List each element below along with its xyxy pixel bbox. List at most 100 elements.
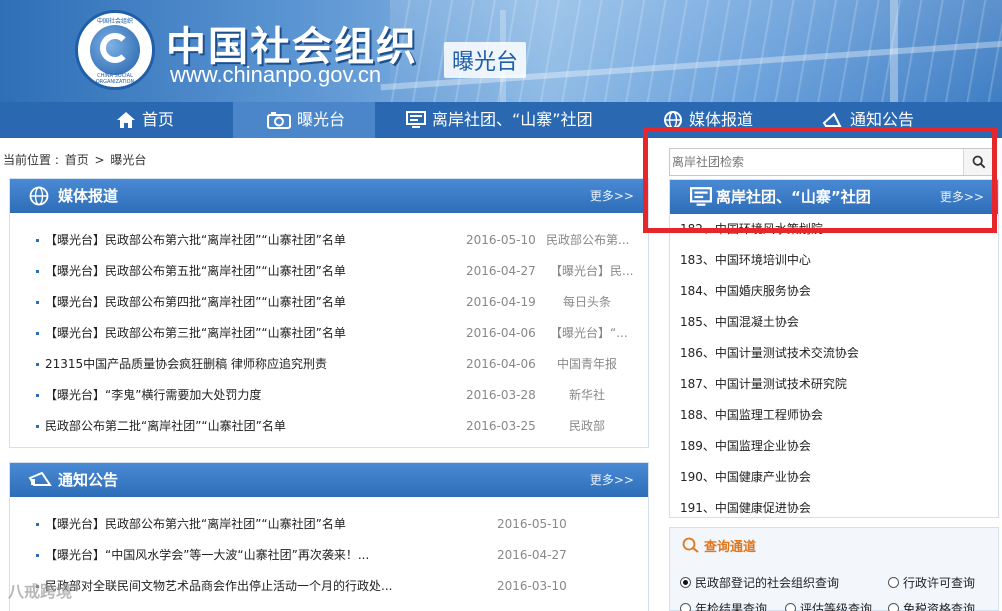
list-item[interactable]: 民政部公布第二批“离岸社团”“山寨社团”名单 2016-03-25 民政部 <box>10 411 648 442</box>
query-option-license[interactable]: 行政许可查询 <box>888 574 975 591</box>
search-globe-icon <box>682 537 699 553</box>
news-title[interactable]: 【曝光台】民政部公布第三批“离岸社团”“山寨社团”名单 <box>45 318 346 349</box>
list-item[interactable]: 189、中国监理企业协会 <box>670 431 998 462</box>
nav-item-offshore[interactable]: 离岸社团、“山寨”社团 <box>406 102 593 138</box>
search-input[interactable] <box>670 149 960 175</box>
news-title[interactable]: 【曝光台】民政部公布第六批“离岸社团”“山寨社团”名单 <box>45 225 346 256</box>
list-item[interactable]: 21315中国产品质量协会疯狂删稿 律师称应追究刑责 2016-04-06 中国青年… <box>10 349 648 380</box>
query-option-label: 行政许可查询 <box>903 576 976 590</box>
notice-panel-title: 通知公告 <box>58 471 119 489</box>
breadcrumb-current: 曝光台 <box>110 153 147 167</box>
notice-date: 2016-05-10 <box>497 517 567 531</box>
camera-icon <box>267 112 291 129</box>
globe-icon <box>664 111 682 129</box>
list-item[interactable]: 182、中国环境风水策划院 <box>670 214 998 245</box>
news-title[interactable]: 【曝光台】民政部公布第五批“离岸社团”“山寨社团”名单 <box>45 256 346 287</box>
list-item[interactable]: 183、中国环境培训中心 <box>670 245 998 276</box>
offshore-org-panel: 离岸社团、“山寨”社团 更多>> 182、中国环境风水策划院 183、中国环境培… <box>669 179 999 518</box>
query-option-org[interactable]: 民政部登记的社会组织查询 <box>680 576 839 590</box>
notice-list: 【曝光台】民政部公布第六批“离岸社团”“山寨社团”名单 2016-05-10 【曝… <box>10 509 648 602</box>
news-date: 2016-04-06 <box>466 326 536 340</box>
offshore-search <box>669 148 994 176</box>
media-list: 【曝光台】民政部公布第六批“离岸社团”“山寨社团”名单 2016-05-10 民政部… <box>10 225 648 442</box>
news-source: 【曝光台】民... <box>550 264 634 278</box>
list-item[interactable]: 【曝光台】“李鬼”横行需要加大处罚力度 2016-03-28 新华社 <box>10 380 648 411</box>
query-option-tax[interactable]: 免税资格查询 <box>888 600 975 611</box>
list-item[interactable]: 186、中国计量测试技术交流协会 <box>670 338 998 369</box>
radio-button-icon <box>680 577 691 588</box>
nav-item-label: 离岸社团、“山寨”社团 <box>432 110 593 129</box>
media-panel: 媒体报道 更多>> 【曝光台】民政部公布第六批“离岸社团”“山寨社团”名单 201… <box>9 178 649 448</box>
query-panel-title: 查询通道 <box>704 540 757 555</box>
news-source: 民政部公布第... <box>546 233 630 247</box>
list-item[interactable]: 【曝光台】民政部公布第六批“离岸社团”“山寨社团”名单 2016-05-10 <box>10 509 648 540</box>
news-date: 2016-04-27 <box>466 264 536 278</box>
header-banner: 中国社会组织 CHINA SOCIAL ORGANIZATION 中国社会组织 … <box>0 0 1002 102</box>
media-panel-header: 媒体报道 更多>> <box>10 179 648 213</box>
offshore-more-link[interactable]: 更多>> <box>940 180 984 214</box>
news-title[interactable]: 【曝光台】民政部公布第四批“离岸社团”“山寨社团”名单 <box>45 287 346 318</box>
list-item[interactable]: 【曝光台】“中国风水学会”等一大波“山寨社团”再次袭来！... 2016-04-2… <box>10 540 648 571</box>
offshore-panel-title: 离岸社团、“山寨”社团 <box>716 188 871 206</box>
radio-button-icon <box>888 603 899 611</box>
list-item[interactable]: 185、中国混凝土协会 <box>670 307 998 338</box>
site-url: www.chinanpo.gov.cn <box>170 62 382 87</box>
nav-item-notice[interactable]: 通知公告 <box>822 102 914 138</box>
list-item[interactable]: 【曝光台】民政部公布第五批“离岸社团”“山寨社团”名单 2016-04-27 【曝光… <box>10 256 648 287</box>
nav-item-label: 媒体报道 <box>689 110 754 129</box>
notice-date: 2016-04-27 <box>497 548 567 562</box>
nav-item-label: 通知公告 <box>850 110 915 129</box>
search-button[interactable] <box>963 149 993 175</box>
query-option-rating[interactable]: 评估等级查询 <box>785 600 872 611</box>
bullet-icon <box>36 301 39 304</box>
breadcrumb-home[interactable]: 首页 <box>65 153 89 167</box>
news-title[interactable]: 民政部公布第二批“离岸社团”“山寨社团”名单 <box>45 411 286 442</box>
news-date: 2016-04-19 <box>466 295 536 309</box>
nav-item-media[interactable]: 媒体报道 <box>663 102 753 138</box>
news-date: 2016-03-25 <box>466 419 536 433</box>
notice-title[interactable]: 民政部对全联民间文物艺术品商会作出停止活动一个月的行政处... <box>45 571 392 602</box>
list-item[interactable]: 【曝光台】民政部公布第四批“离岸社团”“山寨社团”名单 2016-04-19 每日头… <box>10 287 648 318</box>
monitor-icon <box>406 111 426 128</box>
nav-item-label: 首页 <box>142 110 175 129</box>
list-item[interactable]: 184、中国婚庆服务协会 <box>670 276 998 307</box>
news-title[interactable]: 21315中国产品质量协会疯狂删稿 律师称应追究刑责 <box>45 349 327 380</box>
list-item[interactable]: 【曝光台】民政部公布第六批“离岸社团”“山寨社团”名单 2016-05-10 民政部… <box>10 225 648 256</box>
bullet-icon <box>36 394 39 397</box>
list-item[interactable]: 187、中国计量测试技术研究院 <box>670 369 998 400</box>
news-source: 新华社 <box>569 388 606 402</box>
radio-button-icon <box>680 603 691 611</box>
notice-panel: 通知公告 更多>> 【曝光台】民政部公布第六批“离岸社团”“山寨社团”名单 201… <box>9 462 649 611</box>
news-source: 中国青年报 <box>557 357 618 371</box>
bullet-icon <box>36 554 39 557</box>
news-source: 民政部 <box>569 419 606 433</box>
news-source: 每日头条 <box>563 295 612 309</box>
media-more-link[interactable]: 更多>> <box>590 179 634 213</box>
home-icon <box>117 112 135 128</box>
notice-more-link[interactable]: 更多>> <box>590 463 634 497</box>
site-logo[interactable]: 中国社会组织 CHINA SOCIAL ORGANIZATION <box>75 10 155 90</box>
query-option-annual[interactable]: 年检结果查询 <box>680 602 767 611</box>
search-icon <box>972 155 986 169</box>
section-tag: 曝光台 <box>444 42 527 78</box>
nav-item-home[interactable]: 首页 <box>116 102 174 138</box>
notice-title[interactable]: 【曝光台】“中国风水学会”等一大波“山寨社团”再次袭来！... <box>45 540 369 571</box>
list-item[interactable]: 191、中国健康促进协会 <box>670 493 998 524</box>
list-item[interactable]: 188、中国监理工程师协会 <box>670 400 998 431</box>
notice-panel-header: 通知公告 更多>> <box>10 463 648 497</box>
watermark: 八戒跨境 <box>8 582 73 601</box>
list-item[interactable]: 190、中国健康产业协会 <box>670 462 998 493</box>
list-item[interactable]: 【曝光台】民政部公布第三批“离岸社团”“山寨社团”名单 2016-04-06 【曝光… <box>10 318 648 349</box>
bridge-tower <box>890 0 898 102</box>
news-title[interactable]: 【曝光台】“李鬼”横行需要加大处罚力度 <box>45 380 261 411</box>
list-item[interactable]: 民政部对全联民间文物艺术品商会作出停止活动一个月的行政处... 2016-03-1… <box>10 571 648 602</box>
bullet-icon <box>36 270 39 273</box>
notice-date: 2016-03-10 <box>497 579 567 593</box>
media-panel-title: 媒体报道 <box>58 187 119 205</box>
news-date: 2016-05-10 <box>466 233 536 247</box>
notice-title[interactable]: 【曝光台】民政部公布第六批“离岸社团”“山寨社团”名单 <box>45 509 346 540</box>
nav-item-exposure[interactable]: 曝光台 <box>233 102 375 138</box>
query-radio-row-1: 民政部登记的社会组织查询 行政许可查询 <box>680 574 975 591</box>
breadcrumb-separator: > <box>94 153 105 167</box>
query-option-label: 免税资格查询 <box>903 602 976 611</box>
